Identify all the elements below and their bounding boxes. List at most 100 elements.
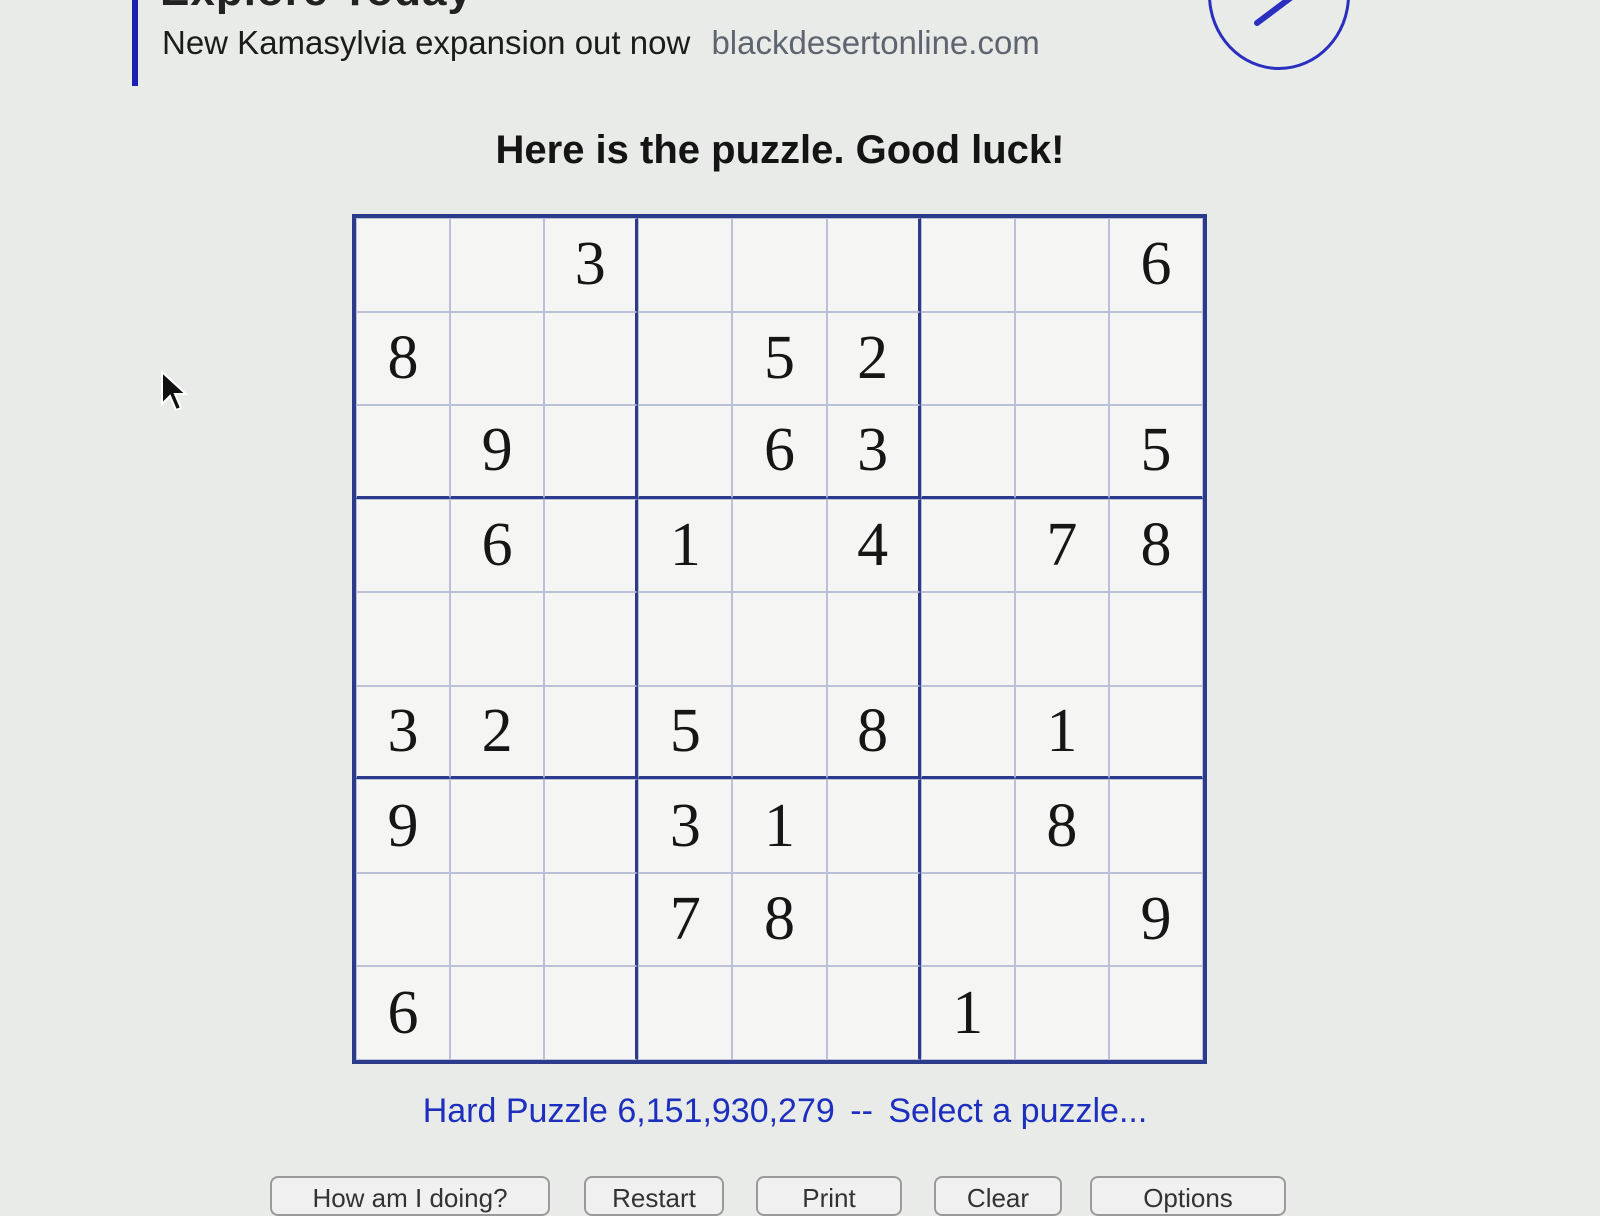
sudoku-cell-r4-c8[interactable]: 7 — [1014, 498, 1109, 593]
sudoku-cell-r5-c5[interactable] — [732, 592, 827, 686]
arrow-cursor-icon — [161, 370, 189, 412]
sudoku-cell-r8-c4[interactable]: 7 — [638, 872, 733, 967]
select-puzzle-link[interactable]: Select a puzzle... — [888, 1092, 1147, 1130]
sudoku-cell-r3-c2[interactable]: 9 — [450, 405, 545, 499]
sudoku-cell-r8-c7[interactable] — [920, 872, 1015, 967]
sudoku-cell-r3-c1[interactable] — [356, 405, 451, 499]
print-button[interactable]: Print — [756, 1176, 902, 1216]
sudoku-cell-r5-c3[interactable] — [544, 592, 639, 686]
ad-title[interactable]: Explore Today — [160, 0, 473, 16]
sudoku-cell-r6-c9[interactable] — [1108, 685, 1203, 780]
how-am-i-doing-button[interactable]: How am I doing? — [270, 1176, 550, 1216]
sudoku-cell-r8-c5[interactable]: 8 — [732, 872, 827, 967]
sudoku-cell-r3-c8[interactable] — [1014, 405, 1109, 499]
sudoku-cell-r3-c7[interactable] — [920, 405, 1015, 499]
sudoku-cell-r9-c2[interactable] — [450, 966, 545, 1060]
ad-badge[interactable] — [1208, 0, 1350, 70]
sudoku-cell-r4-c1[interactable] — [356, 498, 451, 593]
sudoku-cell-r1-c4[interactable] — [638, 218, 733, 312]
sudoku-cell-r7-c8[interactable]: 8 — [1014, 779, 1109, 873]
sudoku-cell-r4-c9[interactable]: 8 — [1108, 498, 1203, 593]
sudoku-cell-r1-c8[interactable] — [1014, 218, 1109, 312]
sudoku-cell-r3-c5[interactable]: 6 — [732, 405, 827, 499]
sudoku-cell-r5-c7[interactable] — [920, 592, 1015, 686]
sudoku-cell-r2-c2[interactable] — [450, 311, 545, 406]
sudoku-cell-r5-c8[interactable] — [1014, 592, 1109, 686]
page-title: Here is the puzzle. Good luck! — [495, 128, 1065, 172]
sudoku-cell-r4-c7[interactable] — [920, 498, 1015, 593]
sudoku-cell-r4-c4[interactable]: 1 — [638, 498, 733, 593]
sudoku-cell-r9-c3[interactable] — [544, 966, 639, 1060]
restart-button[interactable]: Restart — [584, 1176, 724, 1216]
sudoku-cell-r8-c2[interactable] — [450, 872, 545, 967]
sudoku-cell-r9-c4[interactable] — [638, 966, 733, 1060]
sudoku-cell-r7-c4[interactable]: 3 — [638, 779, 733, 873]
bottom-buttons: How am I doing? Restart Print Clear Opti… — [270, 1176, 1320, 1216]
sudoku-cell-r7-c7[interactable] — [920, 779, 1015, 873]
sudoku-cell-r1-c6[interactable] — [826, 218, 921, 312]
sudoku-cell-r6-c3[interactable] — [544, 685, 639, 780]
sudoku-cell-r7-c3[interactable] — [544, 779, 639, 873]
sudoku-cell-r9-c9[interactable] — [1108, 966, 1203, 1060]
sudoku-cell-r4-c5[interactable] — [732, 498, 827, 593]
sudoku-cell-r1-c9[interactable]: 6 — [1108, 218, 1203, 312]
sudoku-cell-r3-c3[interactable] — [544, 405, 639, 499]
clear-button[interactable]: Clear — [934, 1176, 1062, 1216]
sudoku-cell-r6-c1[interactable]: 3 — [356, 685, 451, 780]
sudoku-cell-r9-c7[interactable]: 1 — [920, 966, 1015, 1060]
sudoku-cell-r5-c9[interactable] — [1108, 592, 1203, 686]
sudoku-cell-r3-c6[interactable]: 3 — [826, 405, 921, 499]
sudoku-cell-r3-c4[interactable] — [638, 405, 733, 499]
sudoku-cell-r7-c1[interactable]: 9 — [356, 779, 451, 873]
sudoku-cell-r2-c5[interactable]: 5 — [732, 311, 827, 406]
sudoku-cell-r6-c5[interactable] — [732, 685, 827, 780]
sudoku-cell-r1-c5[interactable] — [732, 218, 827, 312]
options-button[interactable]: Options — [1090, 1176, 1286, 1216]
sudoku-cell-r2-c6[interactable]: 2 — [826, 311, 921, 406]
sudoku-cell-r6-c6[interactable]: 8 — [826, 685, 921, 780]
sudoku-cell-r2-c4[interactable] — [638, 311, 733, 406]
sudoku-cell-r8-c8[interactable] — [1014, 872, 1109, 967]
puzzle-footer: Hard Puzzle 6,151,930,279 -- Select a pu… — [0, 1092, 1570, 1131]
sudoku-cell-r5-c6[interactable] — [826, 592, 921, 686]
sudoku-cell-r1-c3[interactable]: 3 — [544, 218, 639, 312]
sudoku-cell-r2-c9[interactable] — [1108, 311, 1203, 406]
sudoku-cell-r8-c3[interactable] — [544, 872, 639, 967]
sudoku-cell-r4-c3[interactable] — [544, 498, 639, 593]
sudoku-cell-r7-c5[interactable]: 1 — [732, 779, 827, 873]
sudoku-cell-r7-c6[interactable] — [826, 779, 921, 873]
sudoku-cell-r5-c4[interactable] — [638, 592, 733, 686]
sudoku-cell-r5-c1[interactable] — [356, 592, 451, 686]
sudoku-cell-r1-c2[interactable] — [450, 218, 545, 312]
sudoku-cell-r6-c7[interactable] — [920, 685, 1015, 780]
ad-domain[interactable]: blackdesertonline.com — [711, 24, 1039, 61]
ad-text[interactable]: New Kamasylvia expansion out now — [162, 24, 690, 61]
sudoku-cell-r8-c9[interactable]: 9 — [1108, 872, 1203, 967]
sudoku-cell-r6-c8[interactable]: 1 — [1014, 685, 1109, 780]
sudoku-cell-r3-c9[interactable]: 5 — [1108, 405, 1203, 499]
sudoku-cell-r2-c7[interactable] — [920, 311, 1015, 406]
sudoku-cell-r9-c1[interactable]: 6 — [356, 966, 451, 1060]
sudoku-cell-r2-c1[interactable]: 8 — [356, 311, 451, 406]
sudoku-cell-r7-c2[interactable] — [450, 779, 545, 873]
sudoku-cell-r8-c6[interactable] — [826, 872, 921, 967]
sudoku-cell-r1-c7[interactable] — [920, 218, 1015, 312]
sudoku-cell-r6-c4[interactable]: 5 — [638, 685, 733, 780]
external-arrow-icon — [1254, 0, 1293, 26]
ad-line[interactable]: New Kamasylvia expansion out now blackde… — [162, 24, 1040, 62]
sudoku-cell-r4-c6[interactable]: 4 — [826, 498, 921, 593]
sudoku-cell-r9-c8[interactable] — [1014, 966, 1109, 1060]
sudoku-cell-r2-c8[interactable] — [1014, 311, 1109, 406]
sudoku-cell-r9-c6[interactable] — [826, 966, 921, 1060]
sudoku-cell-r9-c5[interactable] — [732, 966, 827, 1060]
sudoku-grid: 3685296356147832581931878961 — [352, 214, 1207, 1064]
sudoku-cell-r6-c2[interactable]: 2 — [450, 685, 545, 780]
sudoku-cell-r7-c9[interactable] — [1108, 779, 1203, 873]
sudoku-cell-r2-c3[interactable] — [544, 311, 639, 406]
sudoku-cell-r8-c1[interactable] — [356, 872, 451, 967]
sudoku-cell-r4-c2[interactable]: 6 — [450, 498, 545, 593]
sudoku-cell-r1-c1[interactable] — [356, 218, 451, 312]
footer-separator: -- — [850, 1092, 873, 1130]
sudoku-cell-r5-c2[interactable] — [450, 592, 545, 686]
puzzle-label[interactable]: Hard Puzzle 6,151,930,279 — [423, 1092, 835, 1130]
